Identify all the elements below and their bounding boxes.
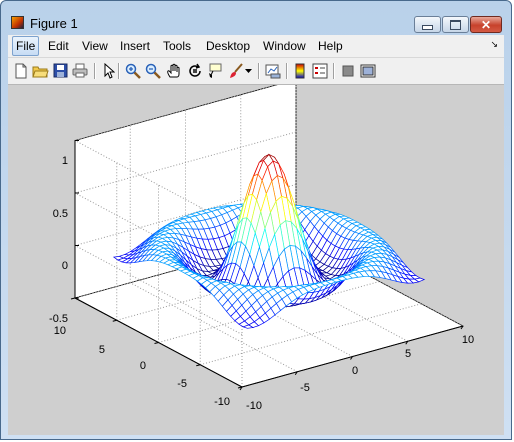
hide-plot-tools-button[interactable]: [339, 62, 356, 79]
z-tick-label: -0.5: [49, 313, 68, 325]
y-tick-mark: [70, 297, 76, 300]
y-tick-mark: [112, 319, 117, 322]
close-icon: ✕: [480, 17, 492, 32]
z-tick-label: 1: [62, 155, 68, 167]
menu-desktop[interactable]: Desktop: [203, 38, 253, 54]
zoom-in-button[interactable]: [124, 62, 141, 79]
brush-dropdown-button[interactable]: [244, 62, 252, 79]
client-area: File Edit View Insert Tools Desktop Wind…: [8, 35, 504, 435]
toolbar-separator: [286, 63, 288, 79]
maximize-button[interactable]: [442, 16, 469, 33]
menu-bar: File Edit View Insert Tools Desktop Wind…: [8, 35, 504, 58]
z-tick-label: 0: [62, 260, 68, 272]
menu-view[interactable]: View: [79, 38, 111, 54]
link-plot-button[interactable]: [264, 62, 281, 79]
data-cursor-icon: [208, 63, 221, 78]
y-tick-label: -10: [214, 396, 230, 408]
maximize-icon: [450, 19, 461, 30]
insert-colorbar-icon: [295, 63, 304, 78]
figure-canvas[interactable]: 1 0.5 0 -0.5 10 5 0 -5 -10 -10 -5 0 5 10: [8, 78, 504, 435]
brush-icon: [229, 62, 243, 78]
menu-window[interactable]: Window: [260, 38, 309, 54]
toolbar-separator: [94, 63, 96, 79]
show-plot-tools-button[interactable]: [359, 62, 376, 79]
y-tick-label: -5: [177, 378, 187, 390]
menu-edit[interactable]: Edit: [45, 38, 72, 54]
brush-button[interactable]: [227, 62, 244, 79]
x-tick-label: -10: [246, 400, 262, 412]
toolbar-separator: [118, 63, 120, 79]
y-tick-label: 5: [99, 344, 105, 356]
link-plot-icon: [265, 64, 280, 78]
new-figure-button[interactable]: [12, 62, 29, 79]
axes-3d[interactable]: 1 0.5 0 -0.5 10 5 0 -5 -10 -10 -5 0 5 10: [8, 78, 504, 435]
close-button[interactable]: ✕: [470, 16, 502, 33]
edit-plot-icon: [104, 62, 115, 79]
y-tick-label: 0: [140, 360, 146, 372]
menu-help[interactable]: Help: [315, 38, 346, 54]
save-figure-icon: [53, 63, 68, 78]
y-tick-label: 10: [54, 325, 66, 337]
rotate-3d-icon: [188, 63, 201, 77]
matlab-logo-icon: [11, 16, 24, 29]
data-cursor-button[interactable]: [206, 62, 223, 79]
menu-insert[interactable]: Insert: [117, 38, 153, 54]
print-figure-icon: [72, 63, 87, 78]
zoom-out-icon: [145, 63, 161, 79]
figure-window: Figure 1 ✕ File Edit View Insert Tools D…: [0, 0, 512, 440]
open-file-icon: [32, 66, 49, 78]
hide-plot-tools-icon: [342, 65, 353, 76]
y-tick-mark: [196, 364, 201, 367]
print-figure-button[interactable]: [71, 62, 88, 79]
minimize-button[interactable]: [414, 16, 441, 33]
title-bar[interactable]: Figure 1 ✕: [1, 1, 511, 35]
new-figure-icon: [15, 63, 26, 78]
pan-button[interactable]: [165, 62, 182, 79]
window-title: Figure 1: [30, 16, 78, 31]
menu-file[interactable]: File: [12, 36, 40, 56]
rotate-3d-button[interactable]: [186, 62, 203, 79]
save-figure-button[interactable]: [52, 62, 69, 79]
x-tick-label: 10: [462, 334, 474, 346]
x-tick-label: -5: [300, 382, 310, 394]
figure-toolbar: [8, 58, 504, 85]
toolbar-separator: [258, 63, 260, 79]
zoom-in-icon: [125, 63, 141, 79]
minimize-icon: [422, 25, 433, 30]
insert-colorbar-button[interactable]: [291, 62, 308, 79]
toolbar-separator: [333, 63, 335, 79]
y-tick-mark: [154, 342, 159, 344]
show-plot-tools-icon: [360, 64, 375, 77]
insert-legend-icon: [312, 63, 327, 78]
edit-plot-button[interactable]: [100, 62, 117, 79]
x-tick-label: 5: [405, 348, 411, 360]
insert-legend-button[interactable]: [311, 62, 328, 79]
open-file-button[interactable]: [32, 62, 49, 79]
pan-icon: [166, 63, 179, 77]
zoom-out-button[interactable]: [144, 62, 161, 79]
z-tick-label: 0.5: [53, 208, 68, 220]
menu-tools[interactable]: Tools: [160, 38, 194, 54]
x-tick-label: 0: [352, 365, 358, 377]
brush-dropdown-icon: [244, 68, 252, 73]
dock-figure-icon[interactable]: ↘: [490, 39, 498, 50]
